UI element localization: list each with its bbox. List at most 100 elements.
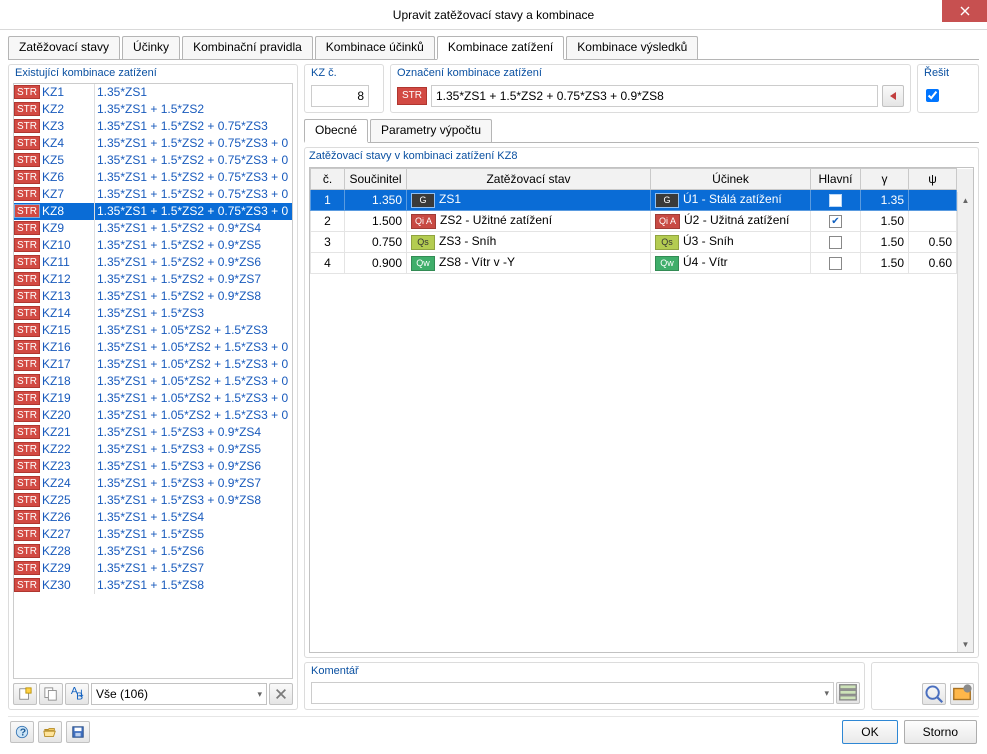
details-button[interactable] xyxy=(922,683,946,705)
import-button[interactable] xyxy=(38,721,62,743)
solve-checkbox[interactable] xyxy=(926,89,939,102)
folder-open-icon xyxy=(43,725,57,739)
combination-row[interactable]: STRKZ101.35*ZS1 + 1.5*ZS2 + 0.9*ZS5 xyxy=(14,237,292,254)
type-badge: STR xyxy=(397,87,427,105)
save-button[interactable] xyxy=(66,721,90,743)
close-button[interactable] xyxy=(942,0,987,22)
combination-formula: 1.35*ZS1 + 1.5*ZS3 + 0.9*ZS4 xyxy=(97,424,261,441)
combination-row[interactable]: STRKZ41.35*ZS1 + 1.5*ZS2 + 0.75*ZS3 + 0 xyxy=(14,135,292,152)
filter-select[interactable]: Vše (106) ▾ xyxy=(91,683,267,705)
evaluate-button[interactable] xyxy=(882,85,904,107)
comment-input[interactable]: ▾ xyxy=(311,682,834,704)
state-row[interactable]: 21.500Qi AZS2 - Užitné zatíženíQi AÚ2 - … xyxy=(311,211,973,232)
top-tab-0[interactable]: Zatěžovací stavy xyxy=(8,36,120,59)
combination-row[interactable]: STRKZ161.35*ZS1 + 1.05*ZS2 + 1.5*ZS3 + 0 xyxy=(14,339,292,356)
top-tab-3[interactable]: Kombinace účinků xyxy=(315,36,435,59)
combination-formula: 1.35*ZS1 + 1.5*ZS2 + 0.75*ZS3 + 0 xyxy=(97,152,288,169)
combination-row[interactable]: STRKZ111.35*ZS1 + 1.5*ZS2 + 0.9*ZS6 xyxy=(14,254,292,271)
main-checkbox[interactable] xyxy=(829,194,842,207)
combination-row[interactable]: STRKZ141.35*ZS1 + 1.5*ZS3 xyxy=(14,305,292,322)
new-combination-button[interactable] xyxy=(13,683,37,705)
combination-id: KZ24 xyxy=(42,475,92,492)
type-badge: STR xyxy=(14,170,40,184)
combination-id: KZ8 xyxy=(42,203,92,220)
play-left-icon xyxy=(888,91,898,101)
sub-tab-0[interactable]: Obecné xyxy=(304,119,368,143)
combination-formula: 1.35*ZS1 + 1.5*ZS4 xyxy=(97,509,204,526)
combination-row[interactable]: STRKZ31.35*ZS1 + 1.5*ZS2 + 0.75*ZS3 xyxy=(14,118,292,135)
sort-button[interactable]: AB xyxy=(65,683,89,705)
combination-id: KZ1 xyxy=(42,84,92,101)
type-badge: STR xyxy=(14,544,40,558)
states-scrollbar[interactable]: ▲ ▼ xyxy=(957,192,973,652)
combination-row[interactable]: STRKZ271.35*ZS1 + 1.5*ZS5 xyxy=(14,526,292,543)
combination-row[interactable]: STRKZ151.35*ZS1 + 1.05*ZS2 + 1.5*ZS3 xyxy=(14,322,292,339)
combination-row[interactable]: STRKZ221.35*ZS1 + 1.5*ZS3 + 0.9*ZS5 xyxy=(14,441,292,458)
delete-combination-button[interactable] xyxy=(269,683,293,705)
combination-row[interactable]: STRKZ91.35*ZS1 + 1.5*ZS2 + 0.9*ZS4 xyxy=(14,220,292,237)
combination-row[interactable]: STRKZ61.35*ZS1 + 1.5*ZS2 + 0.75*ZS3 + 0 xyxy=(14,169,292,186)
combination-list[interactable]: STRKZ11.35*ZS1STRKZ21.35*ZS1 + 1.5*ZS2ST… xyxy=(13,83,293,679)
combination-row[interactable]: STRKZ181.35*ZS1 + 1.05*ZS2 + 1.5*ZS3 + 0 xyxy=(14,373,292,390)
sub-tab-1[interactable]: Parametry výpočtu xyxy=(370,119,492,142)
combination-formula: 1.35*ZS1 + 1.5*ZS3 + 0.9*ZS5 xyxy=(97,441,261,458)
effect-badge: Qi A xyxy=(655,214,680,229)
scroll-up-icon[interactable]: ▲ xyxy=(958,192,973,208)
help-button[interactable]: ? xyxy=(10,721,34,743)
top-tab-2[interactable]: Kombinační pravidla xyxy=(182,36,313,59)
combination-id: KZ10 xyxy=(42,237,92,254)
combination-row[interactable]: STRKZ281.35*ZS1 + 1.5*ZS6 xyxy=(14,543,292,560)
combination-row[interactable]: STRKZ131.35*ZS1 + 1.5*ZS2 + 0.9*ZS8 xyxy=(14,288,292,305)
combination-row[interactable]: STRKZ191.35*ZS1 + 1.05*ZS2 + 1.5*ZS3 + 0 xyxy=(14,390,292,407)
combination-id: KZ25 xyxy=(42,492,92,509)
state-row[interactable]: 30.750QsZS3 - SníhQsÚ3 - Sníh1.500.50 xyxy=(311,232,973,253)
combination-row[interactable]: STRKZ231.35*ZS1 + 1.5*ZS3 + 0.9*ZS6 xyxy=(14,458,292,475)
combination-formula: 1.35*ZS1 + 1.5*ZS6 xyxy=(97,543,204,560)
main-checkbox[interactable] xyxy=(829,236,842,249)
copy-combination-button[interactable] xyxy=(39,683,63,705)
state-row[interactable]: 40.900QwZS8 - Vítr v -YQwÚ4 - Vítr1.500.… xyxy=(311,253,973,274)
combination-row[interactable]: STRKZ301.35*ZS1 + 1.5*ZS8 xyxy=(14,577,292,594)
combination-row[interactable]: STRKZ51.35*ZS1 + 1.5*ZS2 + 0.75*ZS3 + 0 xyxy=(14,152,292,169)
combination-formula: 1.35*ZS1 + 1.5*ZS7 xyxy=(97,560,204,577)
top-tab-5[interactable]: Kombinace výsledků xyxy=(566,36,698,59)
combination-row[interactable]: STRKZ171.35*ZS1 + 1.05*ZS2 + 1.5*ZS3 + 0 xyxy=(14,356,292,373)
combination-formula: 1.35*ZS1 + 1.5*ZS2 xyxy=(97,101,204,118)
cancel-button[interactable]: Storno xyxy=(904,720,977,744)
combination-row[interactable]: STRKZ81.35*ZS1 + 1.5*ZS2 + 0.75*ZS3 + 0 xyxy=(14,203,292,220)
combination-row[interactable]: STRKZ251.35*ZS1 + 1.5*ZS3 + 0.9*ZS8 xyxy=(14,492,292,509)
combination-row[interactable]: STRKZ71.35*ZS1 + 1.5*ZS2 + 0.75*ZS3 + 0 xyxy=(14,186,292,203)
combination-row[interactable]: STRKZ121.35*ZS1 + 1.5*ZS2 + 0.9*ZS7 xyxy=(14,271,292,288)
top-tab-4[interactable]: Kombinace zatížení xyxy=(437,36,564,60)
kz-number-input[interactable] xyxy=(311,85,369,107)
ok-button[interactable]: OK xyxy=(842,720,897,744)
combination-row[interactable]: STRKZ211.35*ZS1 + 1.5*ZS3 + 0.9*ZS4 xyxy=(14,424,292,441)
type-badge: STR xyxy=(14,561,40,575)
combination-row[interactable]: STRKZ21.35*ZS1 + 1.5*ZS2 xyxy=(14,101,292,118)
combination-id: KZ17 xyxy=(42,356,92,373)
combination-row[interactable]: STRKZ261.35*ZS1 + 1.5*ZS4 xyxy=(14,509,292,526)
combination-row[interactable]: STRKZ291.35*ZS1 + 1.5*ZS7 xyxy=(14,560,292,577)
combination-id: KZ30 xyxy=(42,577,92,594)
svg-text:?: ? xyxy=(20,726,26,738)
combination-row[interactable]: STRKZ201.35*ZS1 + 1.05*ZS2 + 1.5*ZS3 + 0 xyxy=(14,407,292,424)
combination-formula: 1.35*ZS1 + 1.5*ZS2 + 0.75*ZS3 + 0 xyxy=(97,135,288,152)
states-table[interactable]: č.SoučinitelZatěžovací stavÚčinekHlavníγ… xyxy=(310,168,973,274)
type-badge: STR xyxy=(14,357,40,371)
scroll-down-icon[interactable]: ▼ xyxy=(958,636,973,652)
kz-number-label: KZ č. xyxy=(311,65,377,83)
combination-row[interactable]: STRKZ11.35*ZS1 xyxy=(14,84,292,101)
combination-formula: 1.35*ZS1 + 1.5*ZS2 + 0.75*ZS3 + 0 xyxy=(97,186,288,203)
type-badge: STR xyxy=(14,493,40,507)
combination-formula: 1.35*ZS1 + 1.5*ZS2 + 0.75*ZS3 xyxy=(97,118,268,135)
combination-formula-input[interactable]: 1.35*ZS1 + 1.5*ZS2 + 0.75*ZS3 + 0.9*ZS8 xyxy=(431,85,878,107)
combination-row[interactable]: STRKZ241.35*ZS1 + 1.5*ZS3 + 0.9*ZS7 xyxy=(14,475,292,492)
top-tab-1[interactable]: Účinky xyxy=(122,36,180,59)
main-checkbox[interactable] xyxy=(829,257,842,270)
type-badge: STR xyxy=(14,476,40,490)
main-checkbox[interactable] xyxy=(829,215,842,228)
comment-pick-button[interactable] xyxy=(836,682,860,704)
state-row[interactable]: 11.350GZS1GÚ1 - Stálá zatížení1.35 xyxy=(311,190,973,211)
settings-button[interactable] xyxy=(950,683,974,705)
help-icon: ? xyxy=(15,725,29,739)
